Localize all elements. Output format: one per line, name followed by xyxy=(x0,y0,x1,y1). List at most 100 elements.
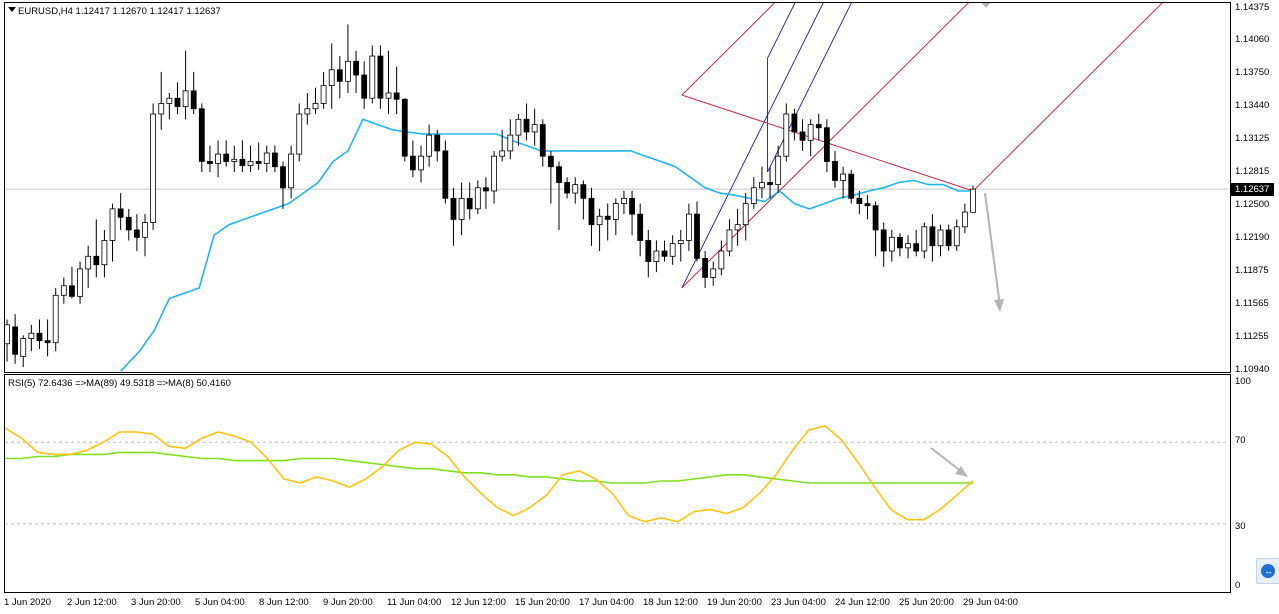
candle-body xyxy=(117,208,124,218)
candle-body xyxy=(523,118,530,133)
rsi-tick: 100 xyxy=(1235,376,1251,387)
price-tick: 1.13125 xyxy=(1235,133,1270,144)
candle-body xyxy=(312,103,319,110)
chart-canvas xyxy=(5,3,1229,525)
candle-body xyxy=(174,97,181,108)
rsi-tick: 30 xyxy=(1235,521,1246,532)
candle-body xyxy=(604,215,611,220)
candle-body xyxy=(101,240,108,266)
price-tick: 1.12815 xyxy=(1235,166,1270,177)
candle-body xyxy=(198,108,205,162)
candle-body xyxy=(759,182,765,189)
candle-body xyxy=(905,243,911,249)
rsi-arrow-line xyxy=(930,447,963,473)
candle-body xyxy=(791,113,798,133)
candle-body xyxy=(271,152,278,168)
candle-body xyxy=(499,150,506,157)
candle-body xyxy=(823,127,830,162)
candle-body xyxy=(880,229,887,252)
price-tick: 1.11565 xyxy=(1235,298,1269,309)
price-tick: 1.12500 xyxy=(1235,199,1270,210)
candle-body xyxy=(458,197,465,220)
candle-body xyxy=(166,97,173,104)
candle-body xyxy=(125,216,132,231)
candle-body xyxy=(52,294,59,344)
rsi-tick: 70 xyxy=(1235,435,1246,446)
candle-body xyxy=(5,324,10,345)
candle-body xyxy=(547,155,554,168)
candle-body xyxy=(69,285,75,297)
candle-body xyxy=(539,124,546,157)
candle-body xyxy=(653,250,660,262)
candle-body xyxy=(474,187,481,210)
candle-body xyxy=(426,134,433,157)
candle-body xyxy=(685,213,692,241)
collapse-triangle-icon[interactable] xyxy=(8,7,16,12)
candle-body xyxy=(645,240,652,262)
candle-body xyxy=(60,285,67,296)
time-tick: 12 Jun 12:00 xyxy=(451,597,506,608)
candle-body xyxy=(255,161,262,164)
remote-support-icon[interactable]: ↔ xyxy=(1256,558,1279,584)
candle-body xyxy=(182,90,189,108)
candle-body xyxy=(418,155,424,171)
time-tick: 25 Jun 20:00 xyxy=(899,597,954,608)
candle-body xyxy=(897,236,903,249)
candle-body xyxy=(353,60,359,76)
candle-body xyxy=(483,187,489,192)
candle-body xyxy=(840,173,847,181)
forecast-arrow-head xyxy=(994,299,1004,312)
candle-body xyxy=(288,153,295,189)
time-tick: 9 Jun 20:00 xyxy=(323,597,373,608)
candle-body xyxy=(726,229,733,252)
time-tick: 23 Jun 04:00 xyxy=(771,597,826,608)
candle-body xyxy=(799,131,806,141)
rsi-plot-group xyxy=(5,425,1229,525)
candle-body xyxy=(856,197,863,204)
time-tick: 2 Jun 12:00 xyxy=(67,597,117,608)
candle-body xyxy=(888,236,895,252)
price-plot-group xyxy=(5,3,1229,371)
candle-body xyxy=(207,161,213,164)
candle-body xyxy=(215,153,221,164)
candle-body xyxy=(661,250,668,257)
candle-body xyxy=(450,197,457,220)
candle-body xyxy=(588,197,595,226)
candle-body xyxy=(515,118,522,136)
pitchfork-lower-line xyxy=(972,3,1163,192)
candle-body xyxy=(970,188,976,213)
candle-body xyxy=(637,213,644,241)
candle-body xyxy=(629,197,635,215)
time-tick: 5 Jun 04:00 xyxy=(195,597,245,608)
time-tick: 11 Jun 04:00 xyxy=(387,597,442,608)
candle-body xyxy=(564,182,571,194)
forecast-arrow-top xyxy=(981,3,991,8)
time-tick: 29 Jun 04:00 xyxy=(963,597,1018,608)
rsi-tick: 0 xyxy=(1235,580,1241,591)
candle-body xyxy=(507,134,514,152)
candle-body xyxy=(109,208,116,241)
candle-body xyxy=(377,55,384,99)
candle-body xyxy=(150,113,157,223)
candle-body xyxy=(580,184,587,199)
rsi-ma-line xyxy=(5,451,973,484)
symbol-header: EURUSD,H4 1.12417 1.12670 1.12417 1.1263… xyxy=(18,6,221,17)
candle-body xyxy=(409,155,416,171)
candle-body xyxy=(345,60,351,82)
price-tick: 1.10940 xyxy=(1235,364,1270,375)
candle-body xyxy=(466,197,473,210)
pitchfork-upper-line xyxy=(681,3,776,96)
candle-body xyxy=(921,226,928,252)
candle-body xyxy=(393,92,400,100)
candle-body xyxy=(20,338,27,357)
candle-body xyxy=(93,255,100,266)
candle-body xyxy=(239,158,246,167)
candle-body xyxy=(158,103,165,115)
candle-body xyxy=(596,215,603,226)
candle-body xyxy=(133,229,140,238)
candle-body xyxy=(848,173,855,199)
price-tick: 1.14060 xyxy=(1235,34,1270,45)
candle-body xyxy=(783,113,790,157)
candle-body xyxy=(669,243,676,257)
price-tick: 1.11255 xyxy=(1235,331,1269,342)
